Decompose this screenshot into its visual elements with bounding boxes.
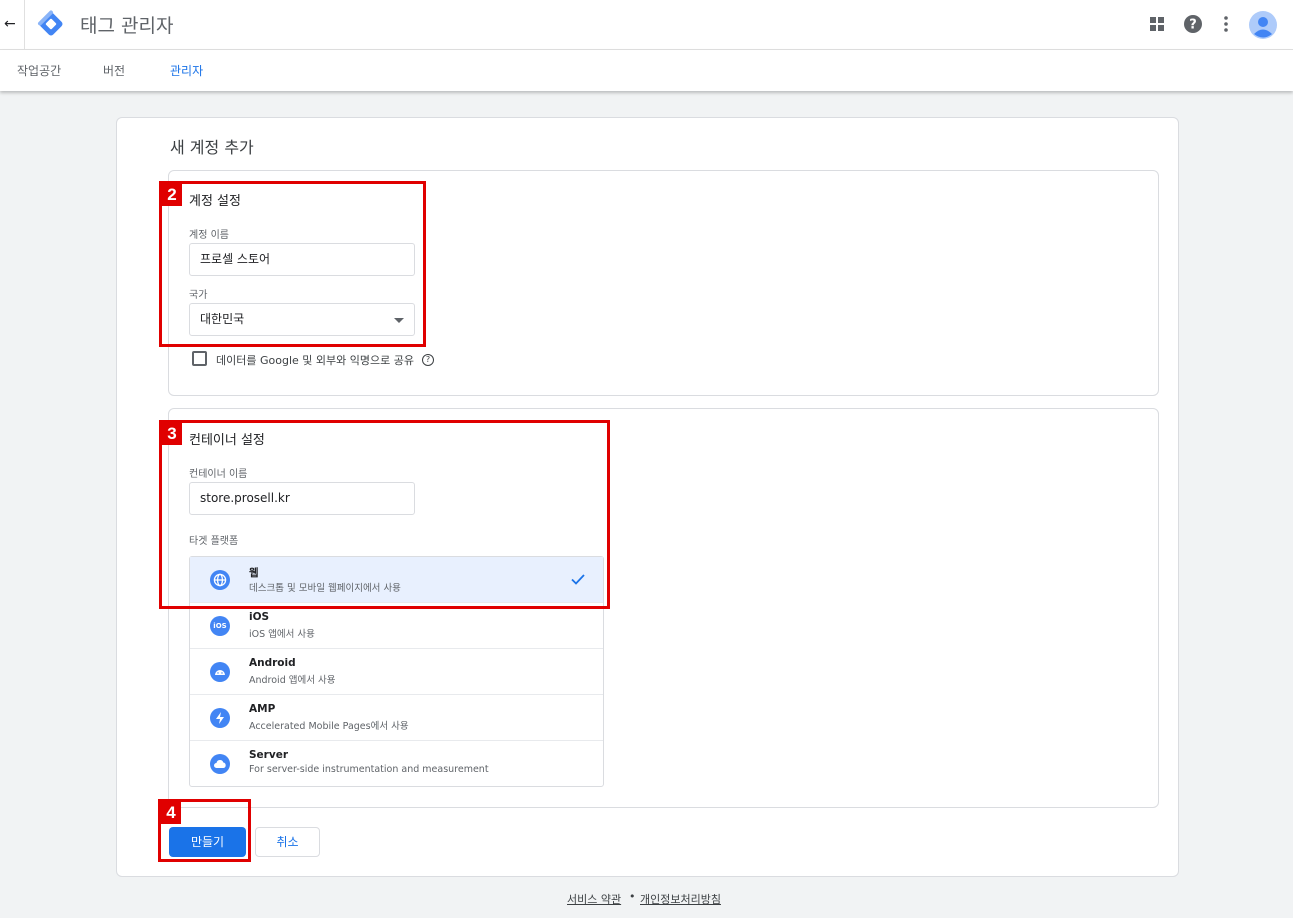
share-data-checkbox[interactable] <box>192 351 207 366</box>
help-icon[interactable]: ? <box>1182 13 1204 35</box>
platform-desc: Accelerated Mobile Pages에서 사용 <box>249 721 409 732</box>
platform-name: Android <box>249 657 296 669</box>
platform-desc: iOS 앱에서 사용 <box>249 629 315 640</box>
footer-separator: • <box>629 890 636 903</box>
page-title: 새 계정 추가 <box>170 138 254 157</box>
annotation-badge-3: 3 <box>162 423 182 445</box>
question-help-icon[interactable]: ? <box>422 354 434 366</box>
share-data-label: 데이터를 Google 및 외부와 익명으로 공유 <box>216 354 414 367</box>
top-app-bar: ← 태그 관리자 ? <box>0 0 1293 50</box>
annotation-badge-4: 4 <box>161 802 181 824</box>
terms-link[interactable]: 서비스 약관 <box>567 891 621 907</box>
android-icon <box>210 662 230 682</box>
platform-option-amp[interactable]: AMP Accelerated Mobile Pages에서 사용 <box>190 695 603 741</box>
platform-option-ios[interactable]: iOS iOS iOS 앱에서 사용 <box>190 603 603 649</box>
platform-option-server[interactable]: Server For server-side instrumentation a… <box>190 741 603 787</box>
app-title: 태그 관리자 <box>80 15 174 37</box>
amp-bolt-icon <box>210 708 230 728</box>
platform-desc: Android 앱에서 사용 <box>249 675 336 686</box>
ios-icon: iOS <box>210 616 230 636</box>
apps-grid-icon[interactable] <box>1146 13 1168 35</box>
tab-bar: 작업공간 버전 관리자 <box>0 50 1293 91</box>
platform-name: AMP <box>249 703 276 715</box>
privacy-link[interactable]: 개인정보처리방침 <box>640 891 721 907</box>
platform-desc: For server-side instrumentation and meas… <box>249 764 489 775</box>
platform-name: iOS <box>249 611 270 623</box>
tab-admin[interactable]: 관리자 <box>170 62 203 79</box>
platform-option-android[interactable]: Android Android 앱에서 사용 <box>190 649 603 695</box>
arrow-back-icon[interactable]: ← <box>4 13 18 35</box>
tab-workspace[interactable]: 작업공간 <box>17 62 61 79</box>
more-vert-icon[interactable] <box>1215 13 1237 35</box>
svg-text:?: ? <box>1189 18 1197 33</box>
annotation-badge-2: 2 <box>162 184 182 206</box>
annotation-box-step-3 <box>159 420 610 609</box>
tag-manager-logo-icon[interactable] <box>37 10 65 38</box>
platform-name: Server <box>249 749 289 761</box>
annotation-box-step-2 <box>159 181 426 347</box>
cancel-button[interactable]: 취소 <box>255 827 320 857</box>
divider <box>24 0 25 50</box>
tab-versions[interactable]: 버전 <box>103 62 125 79</box>
cloud-icon <box>210 754 230 774</box>
account-avatar-icon[interactable] <box>1249 11 1277 39</box>
